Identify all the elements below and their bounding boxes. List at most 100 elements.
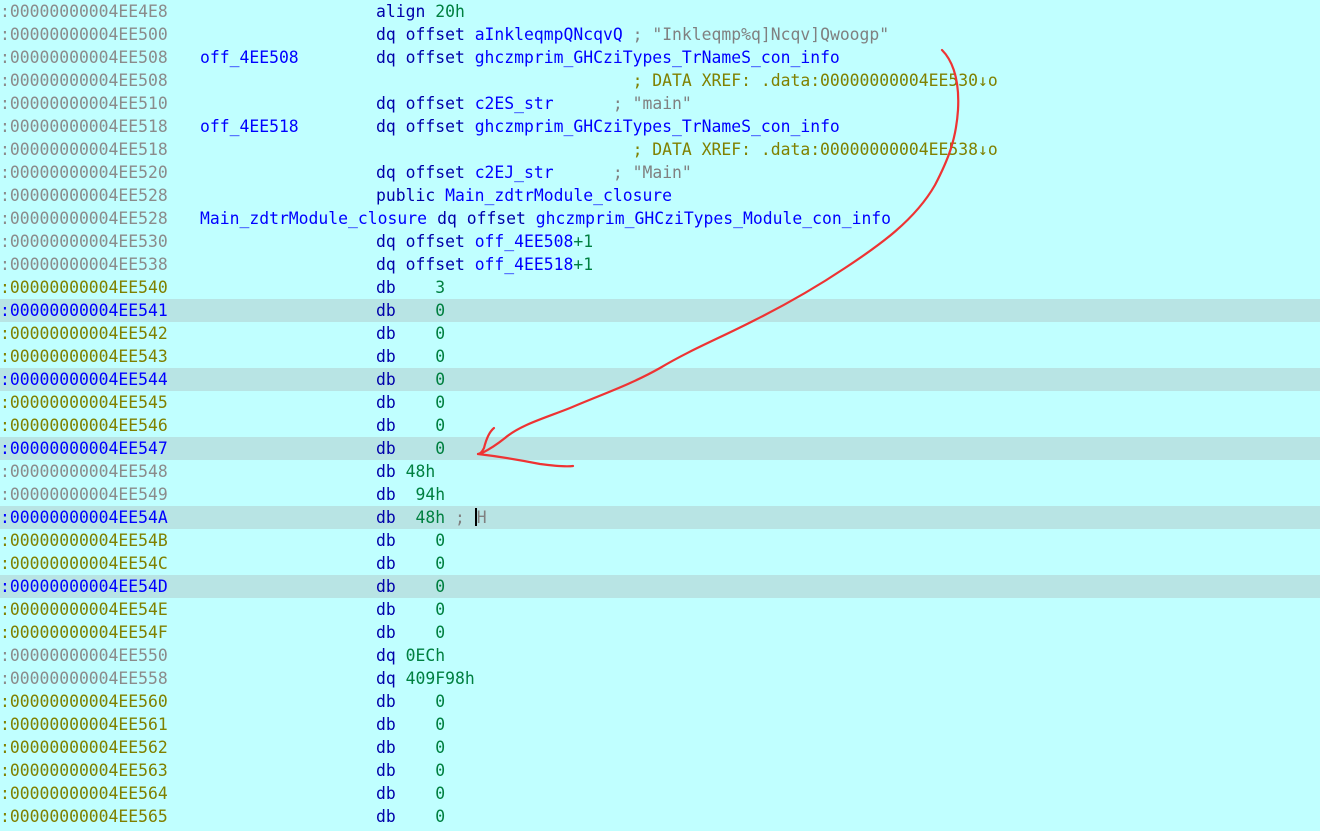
line-instruction[interactable]: db 0: [376, 437, 445, 460]
line-address[interactable]: :00000000004EE541: [0, 299, 168, 322]
line-instruction[interactable]: dq offset off_4EE508+1: [376, 230, 593, 253]
line-address[interactable]: :00000000004EE562: [0, 736, 168, 759]
line-instruction[interactable]: dq offset off_4EE518+1: [376, 253, 593, 276]
listing-line[interactable]: :00000000004EE563 db 0: [0, 759, 1320, 782]
line-address[interactable]: :00000000004EE54F: [0, 621, 168, 644]
line-address[interactable]: :00000000004EE550: [0, 644, 168, 667]
listing-line[interactable]: :00000000004EE560 db 0: [0, 690, 1320, 713]
line-instruction[interactable]: dq offset aInkleqmpQNcqvQ ; "Inkleqmp%q]…: [376, 23, 889, 46]
listing-line[interactable]: :00000000004EE564 db 0: [0, 782, 1320, 805]
listing-line[interactable]: :00000000004EE54A db 48h ; H: [0, 506, 1320, 529]
listing-line[interactable]: :00000000004EE549 db 94h: [0, 483, 1320, 506]
line-instruction[interactable]: db 0: [376, 391, 445, 414]
line-address[interactable]: :00000000004EE565: [0, 805, 168, 828]
line-address[interactable]: :00000000004EE548: [0, 460, 168, 483]
listing-line[interactable]: :00000000004EE54C db 0: [0, 552, 1320, 575]
line-instruction[interactable]: db 0: [376, 690, 445, 713]
line-address[interactable]: :00000000004EE54D: [0, 575, 168, 598]
line-address[interactable]: :00000000004EE528: [0, 184, 168, 207]
line-address[interactable]: :00000000004EE546: [0, 414, 168, 437]
line-instruction[interactable]: db 0: [376, 322, 445, 345]
listing-line[interactable]: :00000000004EE547 db 0: [0, 437, 1320, 460]
line-address[interactable]: :00000000004EE560: [0, 690, 168, 713]
listing-line[interactable]: :00000000004EE545 db 0: [0, 391, 1320, 414]
line-label[interactable]: off_4EE518: [200, 115, 299, 138]
listing-line[interactable]: :00000000004EE510 dq offset c2ES_str ; "m…: [0, 92, 1320, 115]
symbol-reference[interactable]: c2EJ_str: [475, 163, 554, 182]
listing-line[interactable]: :00000000004EE518 off_4EE518 dq offset ghc…: [0, 115, 1320, 138]
line-instruction[interactable]: db 0: [376, 805, 445, 828]
line-address[interactable]: :00000000004EE538: [0, 253, 168, 276]
line-address[interactable]: :00000000004EE530: [0, 230, 168, 253]
listing-line[interactable]: :00000000004EE544 db 0: [0, 368, 1320, 391]
line-address[interactable]: :00000000004EE54A: [0, 506, 168, 529]
line-instruction[interactable]: public Main_zdtrModule_closure: [376, 184, 672, 207]
line-address[interactable]: :00000000004EE564: [0, 782, 168, 805]
line-address[interactable]: :00000000004EE528: [0, 207, 168, 230]
symbol-reference[interactable]: ghczmprim_GHCziTypes_Module_con_info: [536, 209, 891, 228]
disassembly-listing[interactable]: :00000000004EE4E8 align 20h:00000000004EE…: [0, 0, 1320, 831]
line-instruction[interactable]: db 3: [376, 276, 445, 299]
line-instruction[interactable]: db 0: [376, 529, 445, 552]
line-label[interactable]: off_4EE508: [200, 46, 299, 69]
line-address[interactable]: :00000000004EE549: [0, 483, 168, 506]
symbol-reference[interactable]: c2ES_str: [475, 94, 554, 113]
line-address[interactable]: :00000000004EE563: [0, 759, 168, 782]
listing-line[interactable]: :00000000004EE541 db 0: [0, 299, 1320, 322]
line-instruction[interactable]: ; DATA XREF: .data:00000000004EE530↓o: [376, 69, 998, 92]
line-instruction[interactable]: dq offset c2ES_str ; "main": [376, 92, 692, 115]
line-address[interactable]: :00000000004EE518: [0, 138, 168, 161]
line-instruction[interactable]: db 0: [376, 598, 445, 621]
line-address[interactable]: :00000000004EE508: [0, 69, 168, 92]
listing-line[interactable]: :00000000004EE540 db 3: [0, 276, 1320, 299]
listing-line[interactable]: :00000000004EE508 ; DATA XREF: .data:000…: [0, 69, 1320, 92]
listing-line[interactable]: :00000000004EE54F db 0: [0, 621, 1320, 644]
line-address[interactable]: :00000000004EE540: [0, 276, 168, 299]
listing-line[interactable]: :00000000004EE562 db 0: [0, 736, 1320, 759]
listing-line[interactable]: :00000000004EE54B db 0: [0, 529, 1320, 552]
listing-line[interactable]: :00000000004EE550 dq 0ECh: [0, 644, 1320, 667]
listing-line[interactable]: :00000000004EE520 dq offset c2EJ_str ; "M…: [0, 161, 1320, 184]
listing-line[interactable]: :00000000004EE548 db 48h: [0, 460, 1320, 483]
line-address[interactable]: :00000000004EE544: [0, 368, 168, 391]
symbol-reference[interactable]: Main_zdtrModule_closure: [445, 186, 672, 205]
symbol-reference[interactable]: off_4EE508: [475, 232, 574, 251]
line-address[interactable]: :00000000004EE54B: [0, 529, 168, 552]
line-address[interactable]: :00000000004EE518: [0, 115, 168, 138]
listing-line[interactable]: :00000000004EE500 dq offset aInkleqmpQNcq…: [0, 23, 1320, 46]
line-address[interactable]: :00000000004EE4E8: [0, 0, 168, 23]
listing-line[interactable]: :00000000004EE4E8 align 20h: [0, 0, 1320, 23]
symbol-reference[interactable]: aInkleqmpQNcqvQ: [475, 25, 623, 44]
listing-line[interactable]: :00000000004EE538 dq offset off_4EE518+1: [0, 253, 1320, 276]
line-instruction[interactable]: db 0: [376, 736, 445, 759]
line-instruction[interactable]: db 48h: [376, 460, 435, 483]
line-label[interactable]: Main_zdtrModule_closure: [200, 207, 427, 230]
line-instruction[interactable]: db 0: [376, 621, 445, 644]
symbol-reference[interactable]: off_4EE518: [475, 255, 574, 274]
symbol-reference[interactable]: ghczmprim_GHCziTypes_TrNameS_con_info: [475, 48, 840, 67]
line-instruction[interactable]: dq offset ghczmprim_GHCziTypes_TrNameS_c…: [376, 115, 840, 138]
listing-line[interactable]: :00000000004EE565 db 0: [0, 805, 1320, 828]
line-instruction[interactable]: db 0: [376, 345, 445, 368]
listing-line[interactable]: :00000000004EE546 db 0: [0, 414, 1320, 437]
line-instruction[interactable]: db 0: [376, 782, 445, 805]
line-instruction[interactable]: db 0: [376, 368, 445, 391]
listing-line[interactable]: :00000000004EE528 Main_zdtrModule_closure…: [0, 207, 1320, 230]
line-address[interactable]: :00000000004EE54C: [0, 552, 168, 575]
line-instruction[interactable]: db 48h ; H: [376, 506, 487, 529]
listing-line[interactable]: :00000000004EE54D db 0: [0, 575, 1320, 598]
listing-line[interactable]: :00000000004EE530 dq offset off_4EE508+1: [0, 230, 1320, 253]
line-instruction[interactable]: db 94h: [376, 483, 445, 506]
line-address[interactable]: :00000000004EE545: [0, 391, 168, 414]
listing-line[interactable]: :00000000004EE528 public Main_zdtrModule_…: [0, 184, 1320, 207]
line-address[interactable]: :00000000004EE542: [0, 322, 168, 345]
line-address[interactable]: :00000000004EE520: [0, 161, 168, 184]
line-instruction[interactable]: dq offset ghczmprim_GHCziTypes_TrNameS_c…: [376, 46, 840, 69]
listing-line[interactable]: :00000000004EE518 ; DATA XREF: .data:000…: [0, 138, 1320, 161]
line-instruction[interactable]: dq offset c2EJ_str ; "Main": [376, 161, 692, 184]
line-instruction[interactable]: db 0: [376, 299, 445, 322]
line-instruction[interactable]: ; DATA XREF: .data:00000000004EE538↓o: [376, 138, 998, 161]
listing-line[interactable]: :00000000004EE508 off_4EE508 dq offset ghc…: [0, 46, 1320, 69]
line-instruction[interactable]: align 20h: [376, 0, 465, 23]
listing-line[interactable]: :00000000004EE558 dq 409F98h: [0, 667, 1320, 690]
